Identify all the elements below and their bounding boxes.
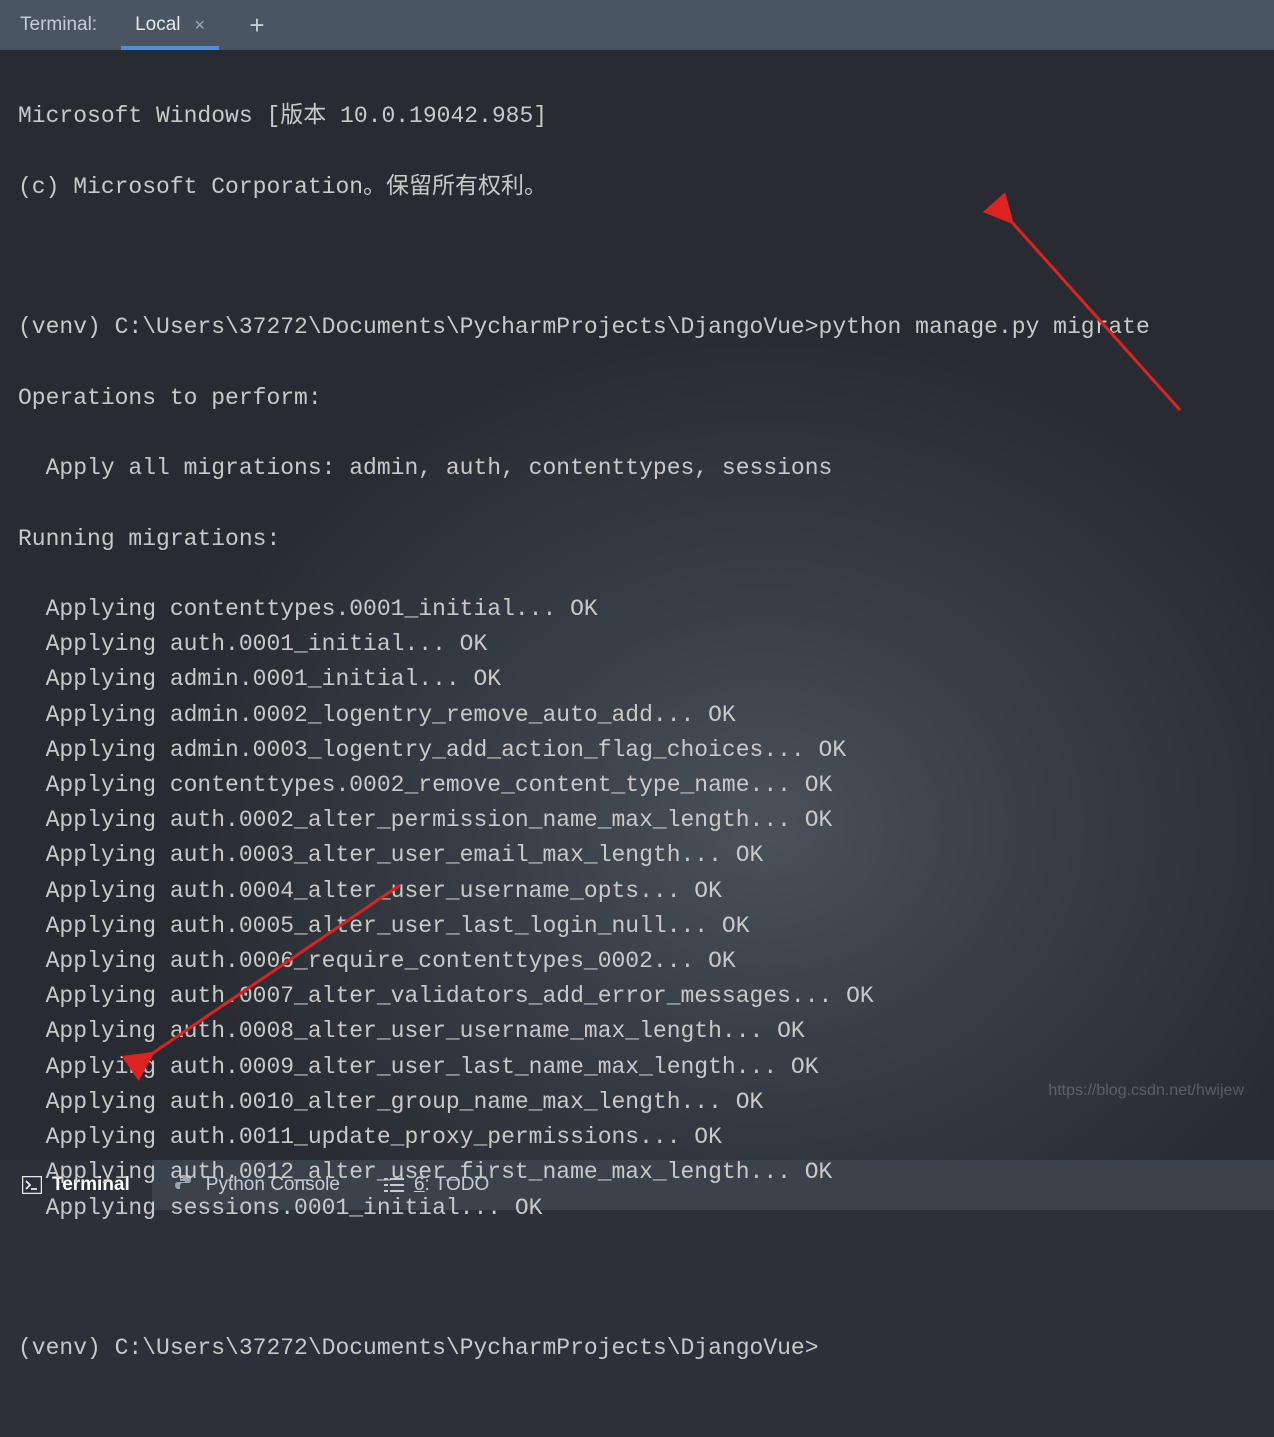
close-icon[interactable]: × (195, 15, 206, 36)
migration-line: Applying contenttypes.0002_remove_conten… (18, 768, 1256, 803)
os-header-line: Microsoft Windows [版本 10.0.19042.985] (18, 99, 1256, 134)
migration-line: Applying admin.0002_logentry_remove_auto… (18, 698, 1256, 733)
migration-line: Applying contenttypes.0001_initial... OK (18, 592, 1256, 627)
migration-line: Applying auth.0001_initial... OK (18, 627, 1256, 662)
apply-all-line: Apply all migrations: admin, auth, conte… (18, 451, 1256, 486)
migration-line: Applying auth.0012_alter_user_first_name… (18, 1155, 1256, 1190)
add-tab-button[interactable]: + (237, 0, 277, 50)
copyright-line: (c) Microsoft Corporation。保留所有权利。 (18, 170, 1256, 205)
migration-line: Applying admin.0003_logentry_add_action_… (18, 733, 1256, 768)
migration-line: Applying auth.0002_alter_permission_name… (18, 803, 1256, 838)
migration-line: Applying sessions.0001_initial... OK (18, 1191, 1256, 1226)
migration-line: Applying auth.0004_alter_user_username_o… (18, 874, 1256, 909)
terminal-pane[interactable]: Microsoft Windows [版本 10.0.19042.985] (c… (0, 50, 1274, 1160)
migration-line: Applying auth.0005_alter_user_last_login… (18, 909, 1256, 944)
watermark-text: https://blog.csdn.net/hwijew (1048, 1082, 1244, 1100)
terminal-output[interactable]: Microsoft Windows [版本 10.0.19042.985] (c… (0, 50, 1274, 1160)
terminal-tab-bar: Terminal: Local × + (0, 0, 1274, 50)
migration-line: Applying auth.0006_require_contenttypes_… (18, 944, 1256, 979)
operations-line: Operations to perform: (18, 381, 1256, 416)
terminal-panel-label: Terminal: (20, 14, 121, 36)
running-line: Running migrations: (18, 522, 1256, 557)
prompt-line: (venv) C:\Users\37272\Documents\PycharmP… (18, 1331, 1256, 1366)
migration-line: Applying auth.0008_alter_user_username_m… (18, 1014, 1256, 1049)
migration-line: Applying auth.0009_alter_user_last_name_… (18, 1050, 1256, 1085)
terminal-tab-local[interactable]: Local × (121, 0, 219, 50)
migration-line: Applying auth.0003_alter_user_email_max_… (18, 838, 1256, 873)
migration-line: Applying auth.0007_alter_validators_add_… (18, 979, 1256, 1014)
tab-label: Local (135, 14, 180, 36)
migration-line: Applying admin.0001_initial... OK (18, 662, 1256, 697)
prompt-line: (venv) C:\Users\37272\Documents\PycharmP… (18, 310, 1256, 345)
migration-line: Applying auth.0011_update_proxy_permissi… (18, 1120, 1256, 1155)
plus-icon: + (249, 10, 264, 41)
